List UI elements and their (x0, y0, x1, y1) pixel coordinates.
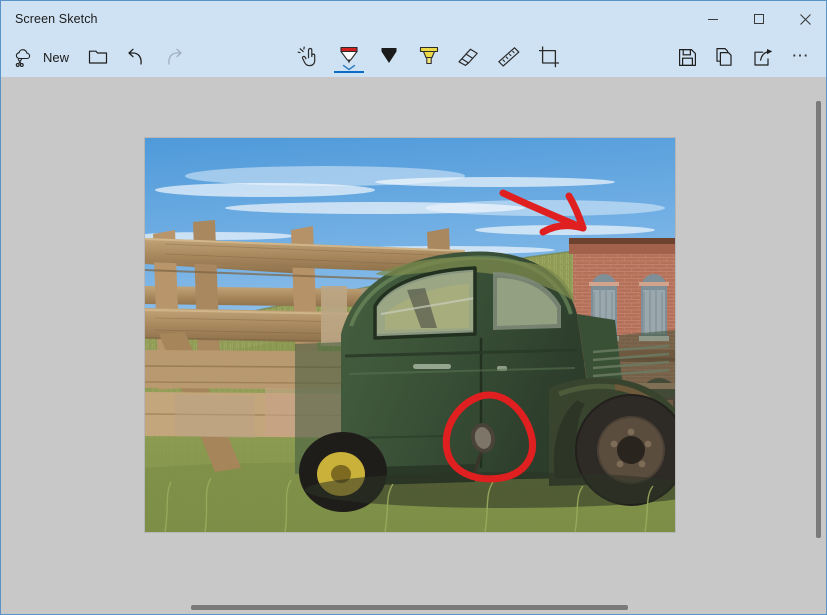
highlighter-icon (418, 45, 440, 69)
pencil-button[interactable] (369, 37, 409, 77)
ink-annotation-layer (145, 138, 675, 532)
maximize-icon (753, 13, 765, 25)
touch-writing-button[interactable] (289, 37, 329, 77)
window-controls (690, 1, 827, 37)
minimize-icon (707, 13, 719, 25)
crop-icon (537, 45, 561, 69)
ballpoint-pen-button[interactable] (329, 37, 369, 77)
new-button-label: New (43, 50, 69, 65)
vertical-scrollbar[interactable] (810, 77, 824, 615)
folder-icon (88, 49, 108, 66)
pencil-icon (379, 45, 399, 69)
eraser-button[interactable] (449, 37, 489, 77)
copy-button[interactable] (706, 37, 744, 77)
toolbar-center-group (289, 37, 569, 77)
maximize-button[interactable] (736, 1, 782, 37)
canvas-area[interactable] (1, 77, 827, 615)
title-bar: Screen Sketch (1, 1, 827, 37)
new-button[interactable]: New (7, 37, 79, 77)
save-icon (678, 48, 697, 67)
save-button[interactable] (668, 37, 706, 77)
horizontal-scrollbar[interactable] (1, 600, 827, 612)
vertical-scrollbar-thumb[interactable] (816, 101, 821, 538)
redo-button[interactable] (155, 37, 193, 77)
chevron-down-icon (342, 64, 356, 71)
crop-button[interactable] (529, 37, 569, 77)
horizontal-scrollbar-thumb[interactable] (191, 605, 628, 610)
highlighter-button[interactable] (409, 37, 449, 77)
close-button[interactable] (782, 1, 827, 37)
ruler-button[interactable] (489, 37, 529, 77)
close-icon (799, 13, 812, 26)
app-title: Screen Sketch (15, 12, 98, 26)
share-button[interactable] (744, 37, 782, 77)
ink-circle (446, 395, 532, 479)
ruler-icon (497, 46, 521, 68)
share-icon (753, 48, 774, 67)
toolbar-left-group: New (7, 37, 193, 77)
more-options-button[interactable]: ⋯ (782, 37, 820, 77)
toolbar-right-group: ⋯ (668, 37, 820, 77)
touch-writing-icon (297, 46, 321, 68)
new-snip-icon (15, 48, 36, 67)
undo-icon (126, 48, 146, 67)
photo-frame[interactable] (145, 138, 675, 532)
minimize-button[interactable] (690, 1, 736, 37)
copy-icon (715, 47, 735, 67)
toolbar: New (1, 37, 827, 77)
undo-button[interactable] (117, 37, 155, 77)
redo-icon (164, 48, 184, 67)
open-file-button[interactable] (79, 37, 117, 77)
ellipsis-icon: ⋯ (792, 47, 811, 68)
eraser-icon (457, 46, 481, 68)
ink-arrow (503, 193, 583, 232)
screen-sketch-window: Screen Sketch (0, 0, 827, 615)
